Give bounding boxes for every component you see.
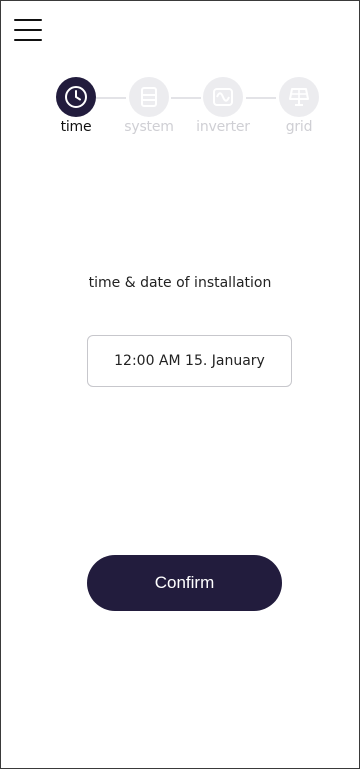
confirm-button[interactable]: Confirm: [87, 555, 282, 611]
step-label-time: time: [60, 119, 92, 135]
step-time[interactable]: time: [46, 77, 106, 135]
clock-icon: [56, 77, 96, 117]
step-grid[interactable]: grid: [269, 77, 329, 135]
inverter-icon: [203, 77, 243, 117]
solar-grid-icon: [279, 77, 319, 117]
step-system[interactable]: system: [119, 77, 179, 135]
app-frame: time system inverter grid time & date of…: [0, 0, 360, 769]
progress-stepper: time system inverter grid: [1, 77, 359, 147]
step-inverter[interactable]: inverter: [193, 77, 253, 135]
step-label-inverter: inverter: [196, 119, 250, 135]
step-label-system: system: [124, 119, 174, 135]
installation-datetime-field[interactable]: 12:00 AM 15. January: [87, 335, 292, 387]
installation-datetime-label: time & date of installation: [88, 275, 272, 291]
step-label-grid: grid: [285, 119, 313, 135]
hamburger-menu-icon[interactable]: [14, 19, 42, 41]
system-icon: [129, 77, 169, 117]
